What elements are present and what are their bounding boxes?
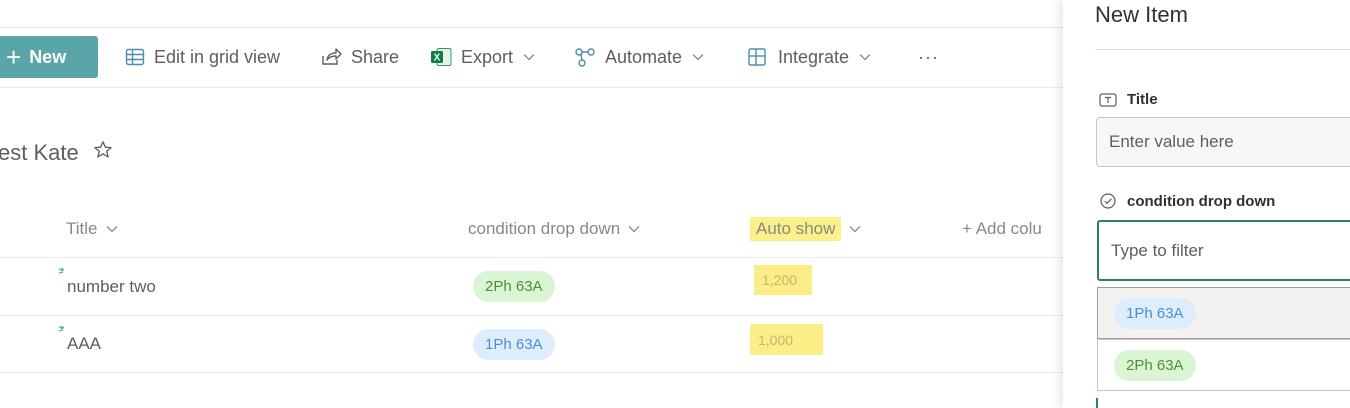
new-item-spark-icon [58,326,65,332]
top-bar [0,0,1063,28]
list-title-text: est Kate [0,140,79,165]
condition-pill: 2Ph 63A [473,271,555,302]
more-icon: ··· [918,46,939,67]
title-field-label-text: Title [1127,91,1158,108]
chevron-down-icon [849,226,861,233]
export-button[interactable]: X Export [430,36,535,78]
chevron-down-icon [628,226,640,233]
automate-label: Automate [605,46,683,67]
condition-pill: 1Ph 63A [473,329,555,360]
share-button[interactable]: Share [320,36,399,78]
row-divider [0,372,1063,373]
condition-field-label: condition drop down [1099,192,1275,210]
new-item-spark-icon [58,268,65,274]
list-title: est Kate [0,140,113,166]
new-button[interactable]: + New [0,36,98,78]
integrate-label: Integrate [778,46,850,67]
panel-divider [1095,49,1350,50]
choice-icon [1100,193,1116,209]
dropdown-focus-accent [1096,398,1098,408]
export-label: Export [461,46,514,67]
new-item-panel: New Item Title Enter value here conditio… [1063,0,1350,408]
excel-icon: X [431,48,452,66]
plus-icon: + [6,42,22,72]
option-pill: 1Ph 63A [1114,298,1196,329]
filter-input[interactable]: Type to filter [1097,220,1350,281]
column-header-title[interactable]: Title [66,216,118,242]
row-divider [0,315,1063,316]
column-header-auto-show[interactable]: Auto show [750,216,861,242]
row-title[interactable]: AAA [67,334,101,354]
title-input[interactable]: Enter value here [1096,117,1350,167]
grid-icon [125,48,145,66]
chevron-down-icon [106,226,117,233]
more-button[interactable]: ··· [918,36,939,78]
option-pill: 2Ph 63A [1114,350,1196,381]
share-icon [322,48,342,65]
dropdown-option[interactable]: 2Ph 63A [1097,339,1350,391]
panel-title: New Item [1095,2,1188,27]
chevron-down-icon [692,54,704,61]
add-column-label: + Add colu [962,219,1042,238]
text-field-icon [1099,92,1117,107]
condition-field-label-text: condition drop down [1127,192,1276,210]
integrate-icon [748,48,766,66]
flow-icon [575,48,595,67]
filter-input-placeholder: Type to filter [1111,240,1204,260]
column-header-title-label: Title [66,219,98,238]
edit-grid-label: Edit in grid view [154,46,281,67]
column-header-condition[interactable]: condition drop down [468,216,640,242]
favorite-star-icon[interactable] [93,140,113,166]
dropdown-option[interactable]: 1Ph 63A [1097,287,1350,339]
automate-button[interactable]: Automate [574,36,704,78]
edit-grid-button[interactable]: Edit in grid view [125,36,280,78]
column-header-condition-label: condition drop down [468,219,621,238]
svg-text:X: X [434,53,441,64]
add-column-button[interactable]: + Add colu [962,216,1042,242]
chevron-down-icon [859,54,871,61]
share-label: Share [351,46,400,67]
integrate-button[interactable]: Integrate [747,36,871,78]
chevron-down-icon [523,54,535,61]
title-field-label: Title [1099,91,1158,108]
auto-show-value: 1,000 [750,324,823,355]
column-header-auto-show-label: Auto show [750,217,842,241]
header-divider [0,257,1063,258]
title-input-placeholder: Enter value here [1109,132,1234,151]
command-bar-divider [0,87,1063,88]
row-title[interactable]: number two [67,277,156,297]
command-bar: + New Edit in grid view Share X Export A… [0,36,1060,78]
new-button-label: New [29,46,67,67]
auto-show-value: 1,200 [754,265,812,295]
